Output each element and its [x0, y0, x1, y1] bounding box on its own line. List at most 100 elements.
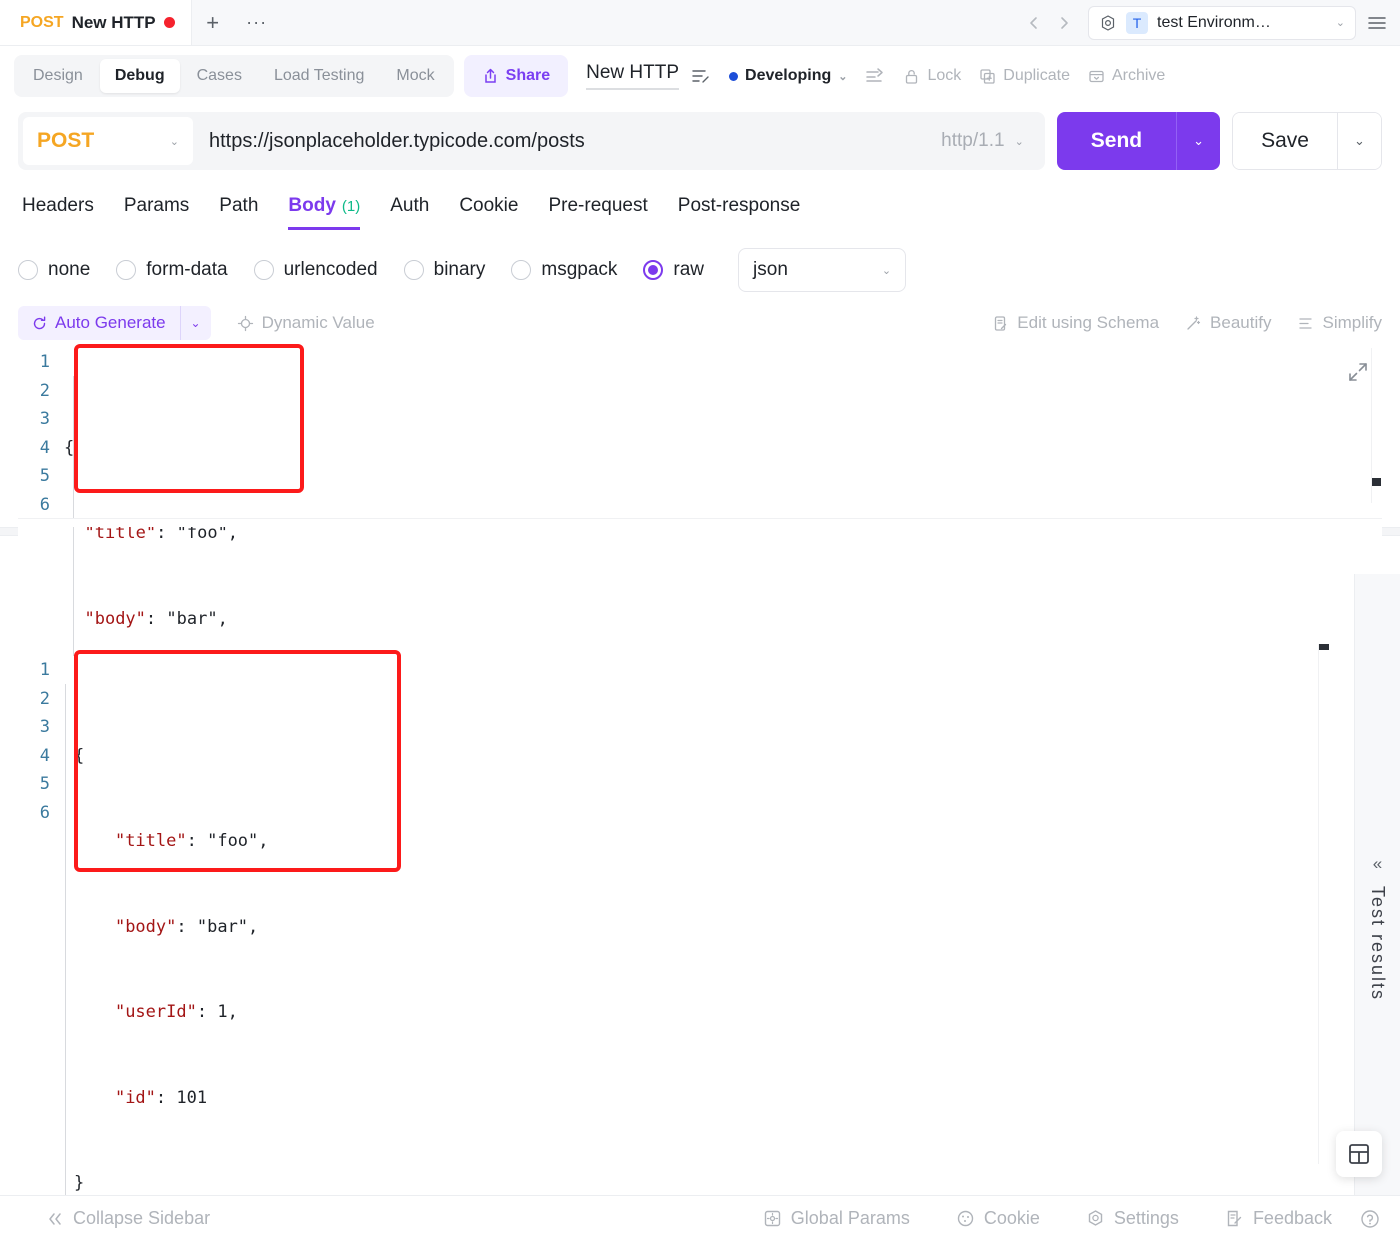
- mode-tab-debug[interactable]: Debug: [99, 59, 180, 93]
- line-number: 5: [39, 466, 50, 486]
- global-params-label: Global Params: [790, 1208, 910, 1228]
- send-button-group: Send ⌄: [1056, 112, 1221, 170]
- auto-generate-button[interactable]: Auto Generate: [18, 306, 180, 340]
- environment-badge: T: [1126, 11, 1148, 34]
- new-tab-button[interactable]: +: [192, 0, 234, 45]
- chevron-down-icon: ⌄: [169, 135, 179, 148]
- response-code-area[interactable]: 1 2 3 4 5 6 { "title": "foo", "body": "b…: [18, 656, 1382, 1241]
- request-tab-path[interactable]: Path: [219, 195, 258, 230]
- tab-method-label: POST: [20, 13, 64, 31]
- collapse-sidebar-button[interactable]: Collapse Sidebar: [46, 1208, 210, 1229]
- save-options-button[interactable]: ⌄: [1337, 113, 1381, 169]
- global-params-button[interactable]: Global Params: [763, 1208, 910, 1229]
- simplify-label: Simplify: [1322, 313, 1382, 332]
- nav-back-button[interactable]: [1020, 6, 1048, 40]
- request-tab-pre-request[interactable]: Pre-request: [548, 195, 647, 230]
- sidebar-menu-icon[interactable]: [1358, 16, 1392, 30]
- scrollbar-thumb[interactable]: [1319, 644, 1329, 650]
- mode-tab-cases[interactable]: Cases: [182, 59, 257, 93]
- tab-label: Path: [219, 195, 259, 216]
- tab-label: Auth: [390, 195, 430, 216]
- mode-tab-design[interactable]: Design: [18, 59, 98, 93]
- request-tabs: Headers Params Path Body (1) Auth Cookie…: [0, 182, 1400, 230]
- line-number: 3: [39, 717, 50, 737]
- response-body-viewer[interactable]: 1 2 3 4 5 6 { "title": "foo", "body": "b…: [0, 644, 1400, 1241]
- edit-description-icon[interactable]: [691, 67, 711, 85]
- tab-overflow-menu-button[interactable]: ···: [234, 0, 280, 45]
- document-tab-new-http[interactable]: POST New HTTP: [0, 0, 192, 45]
- body-format-value: json: [753, 259, 788, 280]
- api-status-label: Developing: [745, 67, 832, 84]
- simplify-button[interactable]: Simplify: [1297, 313, 1382, 333]
- radio-icon: [116, 260, 137, 280]
- body-type-form-data[interactable]: form-data: [116, 259, 228, 281]
- send-button[interactable]: Send: [1056, 112, 1177, 170]
- mode-tab-mock[interactable]: Mock: [381, 59, 449, 93]
- settings-button[interactable]: Settings: [1086, 1208, 1179, 1229]
- duplicate-button[interactable]: Duplicate: [979, 67, 1070, 85]
- feedback-label: Feedback: [1252, 1208, 1332, 1228]
- sort-order-icon[interactable]: [865, 67, 885, 85]
- body-format-select[interactable]: json ⌄: [738, 248, 907, 292]
- http-method-select[interactable]: POST ⌄: [23, 117, 193, 165]
- request-body-editor[interactable]: 1 2 3 4 5 6 { "title": "foo", "body": "b…: [0, 344, 1400, 947]
- dynamic-value-button[interactable]: Dynamic Value: [237, 313, 375, 333]
- archive-button[interactable]: Archive: [1088, 67, 1165, 85]
- url-input[interactable]: [193, 129, 942, 153]
- help-button[interactable]: [1360, 1209, 1380, 1229]
- share-icon: [482, 68, 499, 85]
- feedback-button[interactable]: Feedback: [1225, 1208, 1332, 1229]
- protocol-select[interactable]: http/1.1 ⌄: [941, 130, 1040, 152]
- radio-icon: [511, 260, 532, 280]
- request-tab-auth[interactable]: Auth: [390, 195, 429, 230]
- beautify-button[interactable]: Beautify: [1185, 313, 1271, 333]
- body-type-msgpack[interactable]: msgpack: [511, 259, 617, 281]
- request-editor-horizontal-scrollbar[interactable]: [18, 518, 1382, 527]
- request-editor-toolbar: Auto Generate ⌄ Dynamic Value Edit using…: [0, 302, 1400, 348]
- response-scrollbar[interactable]: [1318, 644, 1330, 1164]
- lock-button[interactable]: Lock: [903, 67, 961, 85]
- lock-label: Lock: [927, 67, 962, 84]
- test-results-label: Test results: [1368, 886, 1388, 1002]
- request-editor-scrollbar[interactable]: [1371, 348, 1382, 503]
- request-tab-cookie[interactable]: Cookie: [459, 195, 518, 230]
- request-tab-headers[interactable]: Headers: [22, 195, 94, 230]
- save-button[interactable]: Save: [1233, 113, 1337, 169]
- send-options-button[interactable]: ⌄: [1176, 112, 1221, 170]
- request-tab-body[interactable]: Body (1): [288, 195, 361, 230]
- environment-selector[interactable]: T test Environm… ⌄: [1088, 5, 1356, 40]
- line-number: 6: [39, 802, 50, 823]
- body-type-radio-group: none form-data urlencoded binary msgpack…: [0, 230, 1400, 302]
- radio-icon: [18, 260, 38, 280]
- expand-editor-icon[interactable]: [1346, 360, 1370, 384]
- scrollbar-thumb[interactable]: [1372, 478, 1381, 486]
- radio-label: raw: [673, 259, 705, 280]
- code-line: }: [74, 1173, 85, 1193]
- mode-tab-load-testing[interactable]: Load Testing: [259, 59, 379, 93]
- api-status-dropdown[interactable]: Developing ⌄: [729, 67, 847, 85]
- body-type-raw[interactable]: raw: [643, 259, 704, 281]
- collapse-chevron-icon: [46, 1211, 64, 1227]
- nav-forward-button[interactable]: [1050, 6, 1078, 40]
- radio-icon-selected: [643, 260, 664, 280]
- request-tab-params[interactable]: Params: [124, 195, 189, 230]
- edit-using-schema-button[interactable]: Edit using Schema: [992, 313, 1159, 333]
- radio-label: form-data: [146, 259, 228, 280]
- layout-icon: [1347, 1142, 1371, 1166]
- body-type-none[interactable]: none: [18, 259, 90, 281]
- cookie-button[interactable]: Cookie: [956, 1208, 1040, 1229]
- archive-icon: [1088, 68, 1105, 85]
- test-results-rail[interactable]: « Test results: [1354, 574, 1400, 1195]
- response-code-lines[interactable]: { "title": "foo", "body": "bar", "userId…: [64, 656, 1382, 1241]
- tab-label: Cookie: [459, 195, 519, 216]
- body-type-urlencoded[interactable]: urlencoded: [253, 259, 378, 281]
- request-tab-post-response[interactable]: Post-response: [678, 195, 801, 230]
- tab-label: Pre-request: [548, 195, 648, 216]
- auto-generate-options-button[interactable]: ⌄: [181, 306, 211, 340]
- url-bar: POST ⌄ http/1.1 ⌄ Send ⌄ Save ⌄: [0, 106, 1400, 182]
- share-button[interactable]: Share: [463, 55, 569, 97]
- body-type-binary[interactable]: binary: [403, 259, 485, 281]
- layout-toggle-button[interactable]: [1336, 1131, 1382, 1177]
- bottom-status-bar: Collapse Sidebar Global Params Cookie Se…: [0, 1195, 1400, 1241]
- expand-panel-chevron-icon[interactable]: «: [1373, 854, 1382, 874]
